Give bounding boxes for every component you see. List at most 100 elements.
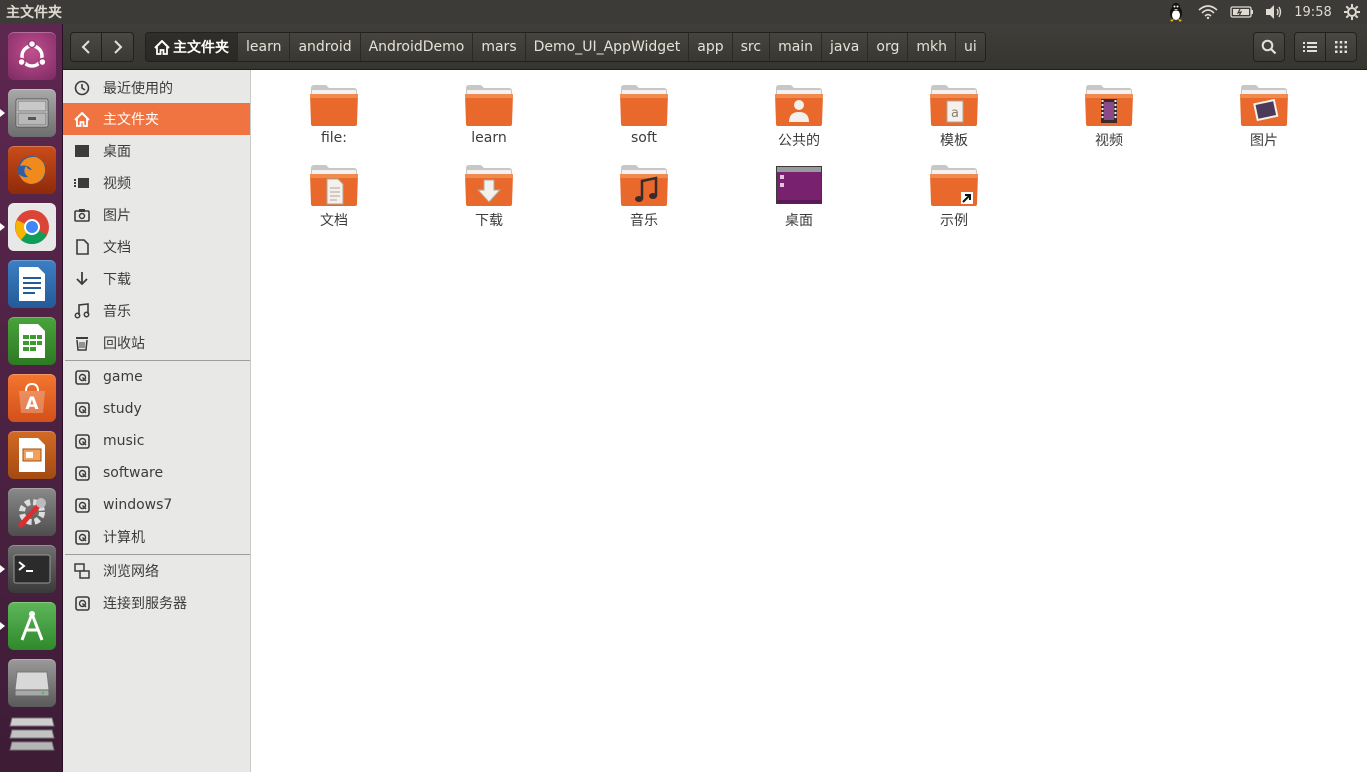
chrome-icon[interactable] xyxy=(0,201,58,253)
home-icon xyxy=(74,111,90,127)
documents-folder-icon xyxy=(310,165,358,206)
desktop-icon xyxy=(74,143,90,159)
crumb-src[interactable]: src xyxy=(731,33,770,61)
sidebar-item-game[interactable]: game xyxy=(63,361,250,393)
file-name: 桌面 xyxy=(785,213,813,229)
grid-view-button[interactable] xyxy=(1325,32,1357,62)
sidebar-item-computer[interactable]: 计算机 xyxy=(63,521,250,553)
file-item[interactable]: 视频 xyxy=(1039,84,1179,150)
qq-penguin-icon[interactable] xyxy=(1161,0,1191,24)
sidebar-item-downloads[interactable]: 下载 xyxy=(63,263,250,295)
file-name: learn xyxy=(471,130,507,146)
crumb-demo-ui-appwidget[interactable]: Demo_UI_AppWidget xyxy=(524,33,689,61)
dash-home-icon[interactable] xyxy=(6,30,58,82)
file-name: 公共的 xyxy=(778,133,820,149)
sidebar-item-label: 音乐 xyxy=(103,304,131,320)
breadcrumb: 主文件夹 learn android AndroidDemo mars Demo… xyxy=(145,32,986,62)
forward-button[interactable] xyxy=(102,32,134,62)
sidebar-item-music[interactable]: 音乐 xyxy=(63,295,250,327)
list-view-button[interactable] xyxy=(1294,32,1326,62)
drive-icon[interactable] xyxy=(6,657,58,709)
sidebar-item-browse-network[interactable]: 浏览网络 xyxy=(63,555,250,587)
file-name: 音乐 xyxy=(630,213,658,229)
file-item[interactable]: 音乐 xyxy=(574,164,714,230)
sidebar: 最近使用的 主文件夹 桌面 视频 图片 文档 下载 音乐 回收站 game st… xyxy=(63,70,251,772)
terminal-icon[interactable] xyxy=(0,543,58,595)
crumb-ui[interactable]: ui xyxy=(954,33,985,61)
sidebar-item-connect-server[interactable]: 连接到服务器 xyxy=(63,587,250,619)
file-item[interactable]: 桌面 xyxy=(729,164,869,230)
sidebar-item-documents[interactable]: 文档 xyxy=(63,231,250,263)
crumb-app[interactable]: app xyxy=(688,33,732,61)
window-title: 主文件夹 xyxy=(6,5,62,21)
crumb-main[interactable]: main xyxy=(769,33,822,61)
software-center-icon[interactable]: A xyxy=(6,372,58,424)
search-button[interactable] xyxy=(1253,32,1285,62)
downloads-folder-icon xyxy=(465,165,513,206)
file-name: 示例 xyxy=(940,213,968,229)
video-icon xyxy=(74,175,90,191)
sidebar-item-label: windows7 xyxy=(103,497,173,513)
android-studio-icon[interactable] xyxy=(0,600,58,652)
grid-icon xyxy=(1335,41,1347,53)
sidebar-item-label: software xyxy=(103,465,164,481)
crumb-mkh[interactable]: mkh xyxy=(907,33,955,61)
sidebar-item-study[interactable]: study xyxy=(63,393,250,425)
wifi-icon[interactable] xyxy=(1191,0,1225,24)
sidebar-item-label: 计算机 xyxy=(103,530,145,546)
public-folder-icon xyxy=(775,85,823,126)
sidebar-item-desktop[interactable]: 桌面 xyxy=(63,135,250,167)
sidebar-item-label: game xyxy=(103,369,143,385)
crumb-androiddemo[interactable]: AndroidDemo xyxy=(359,33,473,61)
folder-icon xyxy=(620,85,668,126)
files-icon[interactable] xyxy=(0,87,58,139)
back-button[interactable] xyxy=(70,32,102,62)
file-item[interactable]: 文档 xyxy=(264,164,404,230)
drive-icon xyxy=(74,497,90,513)
crumb-learn[interactable]: learn xyxy=(237,33,290,61)
sidebar-item-home[interactable]: 主文件夹 xyxy=(63,103,250,135)
crumb-android[interactable]: android xyxy=(289,33,360,61)
file-item[interactable]: a 模板 xyxy=(884,84,1024,150)
gear-icon[interactable] xyxy=(1337,0,1367,24)
drive-icon xyxy=(74,465,90,481)
sidebar-item-videos[interactable]: 视频 xyxy=(63,167,250,199)
file-name: 模板 xyxy=(940,133,968,149)
system-settings-icon[interactable] xyxy=(6,486,58,538)
sidebar-item-label: 视频 xyxy=(103,176,131,192)
sidebar-item-music-drive[interactable]: music xyxy=(63,425,250,457)
file-item[interactable]: 下载 xyxy=(419,164,559,230)
file-item[interactable]: 图片 xyxy=(1194,84,1334,150)
sidebar-item-recent[interactable]: 最近使用的 xyxy=(63,72,250,104)
desktop-folder-icon xyxy=(776,166,822,204)
sidebar-item-pictures[interactable]: 图片 xyxy=(63,199,250,231)
crumb-mars[interactable]: mars xyxy=(472,33,525,61)
file-item[interactable]: learn xyxy=(419,84,559,146)
file-item[interactable]: 公共的 xyxy=(729,84,869,150)
clock[interactable]: 19:58 xyxy=(1289,0,1337,24)
indicator-area: 19:58 xyxy=(1161,0,1367,24)
network-icon xyxy=(74,563,90,579)
trash-stack-icon[interactable] xyxy=(6,708,58,760)
sidebar-item-software[interactable]: software xyxy=(63,457,250,489)
sidebar-item-label: 主文件夹 xyxy=(103,112,159,128)
sidebar-item-trash[interactable]: 回收站 xyxy=(63,327,250,359)
file-item[interactable]: 示例 xyxy=(884,164,1024,230)
drive-icon xyxy=(74,369,90,385)
file-item[interactable]: soft xyxy=(574,84,714,146)
file-item[interactable]: file: xyxy=(264,84,404,146)
writer-icon[interactable] xyxy=(6,258,58,310)
crumb-java[interactable]: java xyxy=(821,33,868,61)
crumb-home[interactable]: 主文件夹 xyxy=(146,33,237,61)
sidebar-item-label: 最近使用的 xyxy=(103,81,173,97)
drive-icon xyxy=(74,401,90,417)
crumb-org[interactable]: org xyxy=(867,33,908,61)
volume-icon[interactable] xyxy=(1259,0,1289,24)
music-folder-icon xyxy=(620,165,668,206)
impress-icon[interactable] xyxy=(6,429,58,481)
document-icon xyxy=(74,239,90,255)
sidebar-item-windows7[interactable]: windows7 xyxy=(63,489,250,521)
calc-icon[interactable] xyxy=(6,315,58,367)
battery-icon[interactable] xyxy=(1225,0,1259,24)
firefox-icon[interactable] xyxy=(6,144,58,196)
